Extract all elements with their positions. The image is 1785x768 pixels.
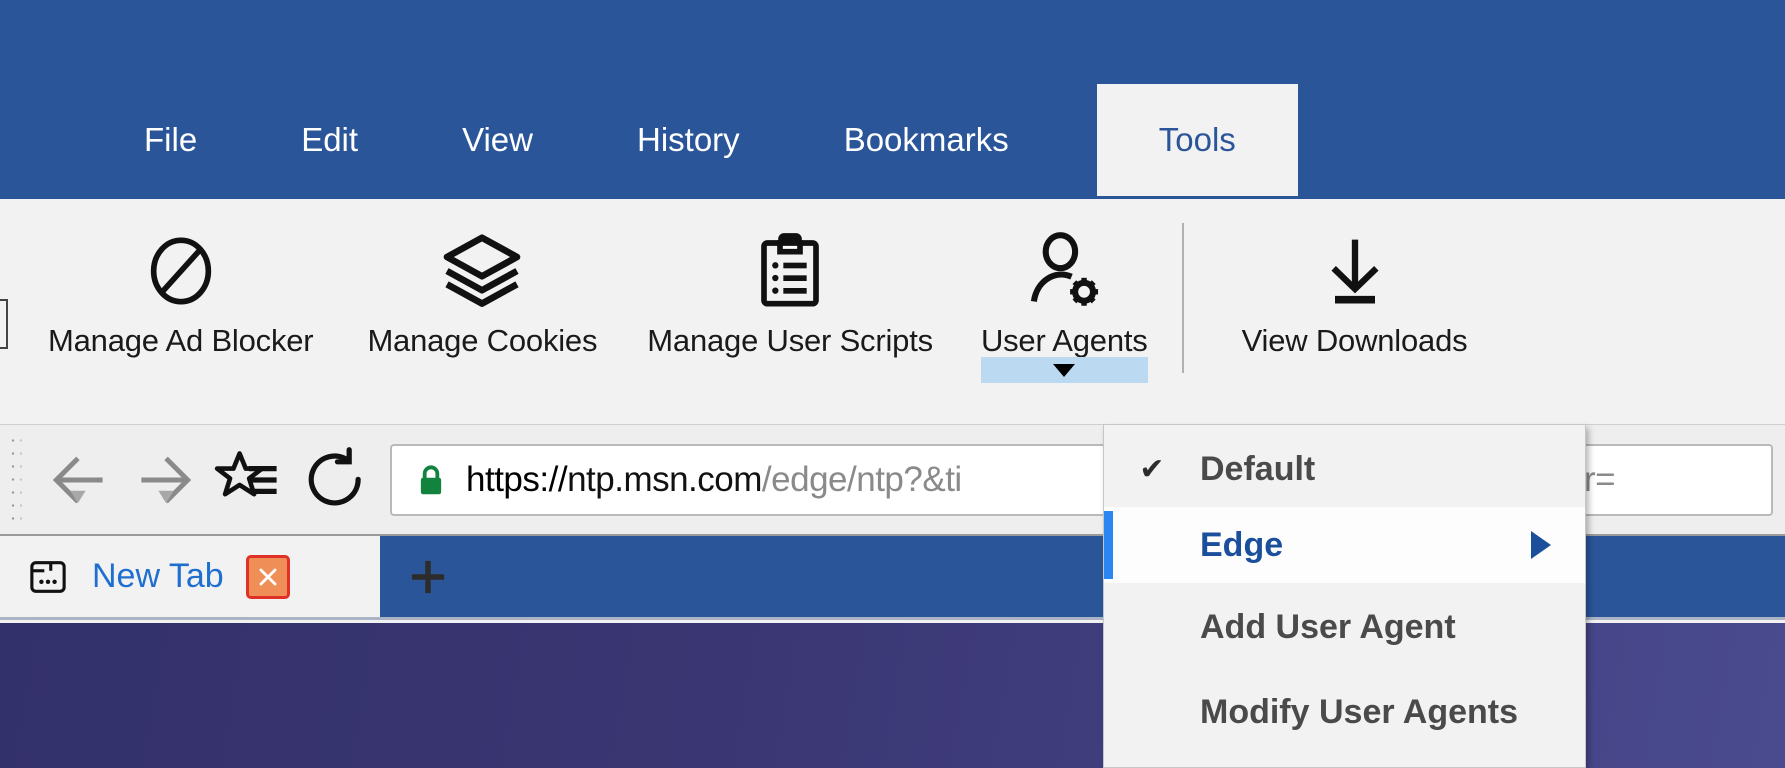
toolbar-dock-handle[interactable] (0, 299, 8, 349)
navbar-drag-grip[interactable] (4, 429, 34, 530)
window-dots-icon (26, 555, 70, 599)
back-button[interactable] (44, 443, 118, 517)
download-arrow-icon (1315, 225, 1395, 317)
user-agents-label: User Agents (980, 323, 1148, 358)
reload-button[interactable] (298, 443, 372, 517)
url-scheme: https:// (466, 459, 568, 499)
menu-item-add-user-agent-label: Add User Agent (1200, 607, 1456, 646)
menu-bottom-padding (1104, 753, 1585, 767)
green-padlock-icon (412, 461, 450, 499)
manage-ad-blocker-label: Manage Ad Blocker (48, 323, 314, 358)
menu-item-history[interactable]: History (585, 84, 792, 196)
check-icon: ✔ (1139, 452, 1165, 486)
url-path: /edge/ntp?&ti (761, 459, 962, 499)
forward-button[interactable] (126, 443, 200, 517)
new-tab-button[interactable] (380, 536, 476, 617)
menu-item-edge[interactable]: Edge (1104, 507, 1585, 583)
toolbar-divider (1181, 223, 1184, 373)
view-downloads-button[interactable]: View Downloads (1242, 199, 1468, 359)
tools-ribbon-toolbar: Manage Ad Blocker Manage Cookies Manage … (0, 196, 1785, 424)
manage-cookies-button[interactable]: Manage Cookies (367, 199, 597, 359)
tab-new-tab[interactable]: New Tab (0, 536, 380, 617)
user-gear-icon (1021, 225, 1107, 317)
menu-item-edit[interactable]: Edit (249, 84, 410, 196)
clipboard-list-icon (750, 225, 830, 317)
favorites-star-icon[interactable] (210, 443, 284, 517)
tab-close-button[interactable] (245, 554, 290, 599)
chevron-down-icon (1053, 363, 1076, 377)
user-agents-dropdown-toggle[interactable] (980, 357, 1148, 383)
layers-icon (440, 225, 524, 317)
manage-ad-blocker-button[interactable]: Manage Ad Blocker (48, 199, 314, 359)
menu-item-file[interactable]: File (92, 84, 249, 196)
tab-title: New Tab (92, 557, 224, 595)
menu-item-edge-label: Edge (1200, 525, 1284, 564)
manage-user-scripts-button[interactable]: Manage User Scripts (647, 199, 933, 359)
menu-item-bookmarks[interactable]: Bookmarks (792, 84, 1061, 196)
menu-item-modify-user-agents-label: Modify User Agents (1200, 692, 1519, 731)
menu-item-tools[interactable]: Tools (1096, 84, 1298, 196)
menu-item-default-label: Default (1200, 449, 1316, 488)
menu-item-add-user-agent[interactable]: Add User Agent (1104, 583, 1585, 671)
menu-item-modify-user-agents[interactable]: Modify User Agents (1104, 671, 1585, 753)
menu-bar: File Edit View History Bookmarks Tools (0, 0, 1785, 196)
manage-user-scripts-label: Manage User Scripts (647, 323, 933, 358)
submenu-arrow-icon (1531, 531, 1551, 559)
user-agents-dropdown-menu: ✔ Default Edge Add User Agent Modify Use… (1103, 424, 1586, 768)
manage-cookies-label: Manage Cookies (367, 323, 598, 358)
url-host: ntp.msn.com (567, 459, 762, 499)
menu-item-default[interactable]: ✔ Default (1104, 431, 1585, 507)
view-downloads-label: View Downloads (1241, 323, 1468, 358)
menu-item-view[interactable]: View (410, 84, 585, 196)
user-agents-button[interactable]: User Agents (980, 199, 1148, 383)
no-entry-icon (141, 225, 221, 317)
browser-window: File Edit View History Bookmarks Tools M… (0, 0, 1785, 768)
